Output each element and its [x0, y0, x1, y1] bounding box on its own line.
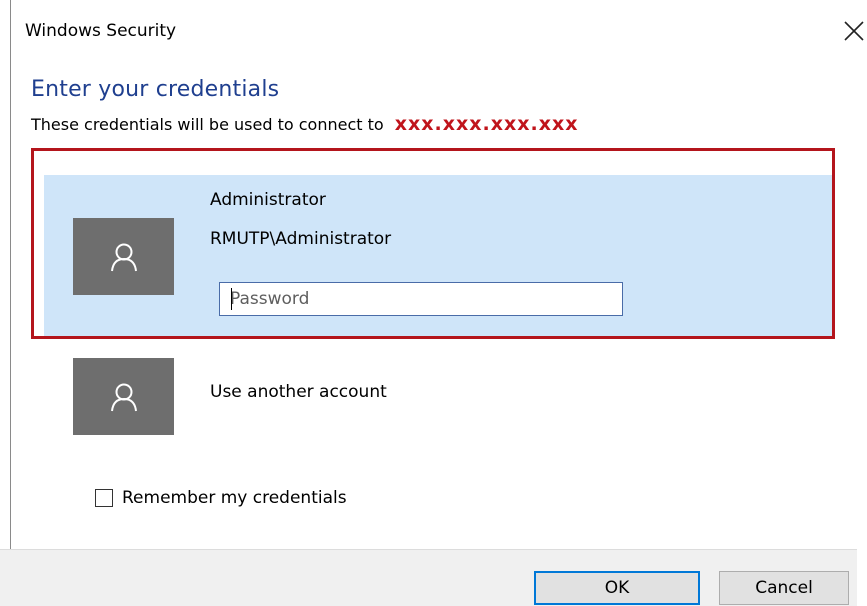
cancel-button[interactable]: Cancel: [719, 571, 849, 605]
account-domain: RMUTP\Administrator: [210, 229, 392, 249]
connection-info: These credentials will be used to connec…: [31, 113, 578, 135]
text-caret: [231, 288, 232, 310]
password-field[interactable]: [219, 282, 623, 316]
window-title: Windows Security: [25, 21, 177, 41]
dialog-heading: Enter your credentials: [31, 77, 280, 102]
account-tile-other[interactable]: [62, 356, 835, 436]
avatar: [73, 358, 174, 435]
remember-label: Remember my credentials: [122, 488, 347, 508]
user-icon: [111, 243, 137, 272]
remember-checkbox[interactable]: [95, 489, 113, 507]
title-bar: Windows Security: [11, 0, 867, 56]
close-button[interactable]: [837, 14, 867, 48]
user-icon: [111, 383, 137, 412]
avatar: [73, 218, 174, 295]
use-another-account-label: Use another account: [210, 382, 387, 402]
close-icon: [844, 21, 864, 41]
account-name: Administrator: [210, 190, 326, 210]
remember-credentials-option[interactable]: Remember my credentials: [95, 486, 347, 510]
connection-text: These credentials will be used to connec…: [31, 115, 384, 134]
server-address: xxx.xxx.xxx.xxx: [394, 113, 579, 135]
ok-button[interactable]: OK: [534, 571, 700, 605]
